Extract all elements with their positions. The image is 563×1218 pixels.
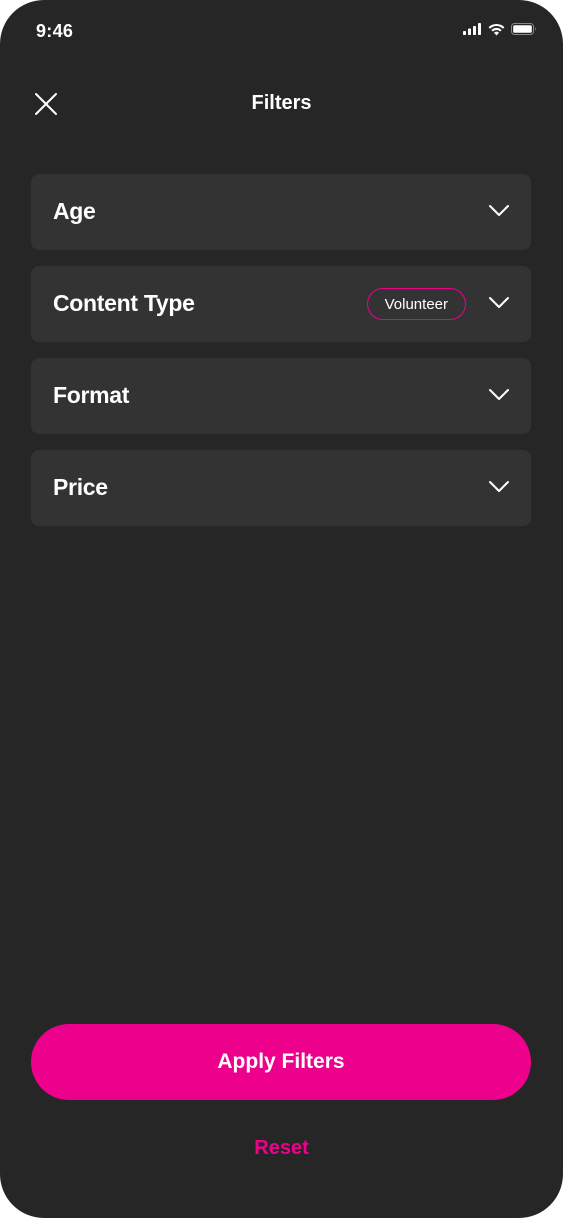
filter-row-content-type[interactable]: Content Type Volunteer — [31, 266, 531, 342]
header: Filters — [0, 78, 563, 130]
filter-label: Age — [53, 198, 96, 224]
status-time: 9:46 — [36, 21, 74, 41]
reset-link[interactable]: Reset — [0, 1137, 563, 1160]
filters-screen: 9:46 Filters Age Content Type Volunteer … — [0, 0, 563, 1218]
page-title: Filters — [251, 92, 312, 114]
chevron-down-icon — [489, 389, 509, 400]
filter-list: Age Content Type Volunteer Format Price — [31, 174, 531, 542]
chevron-down-icon — [489, 481, 509, 492]
filter-label: Content Type — [53, 290, 195, 316]
selected-filter-chip[interactable]: Volunteer — [366, 288, 466, 320]
chevron-down-icon — [489, 205, 509, 216]
filter-row-price[interactable]: Price — [31, 450, 531, 526]
filter-row-format[interactable]: Format — [31, 358, 531, 434]
apply-filters-button[interactable]: Apply Filters — [31, 1024, 531, 1100]
filter-label: Format — [53, 382, 130, 408]
filter-label: Price — [53, 474, 108, 500]
status-bar: 9:46 — [0, 0, 563, 64]
battery-icon — [511, 23, 537, 35]
filter-row-age[interactable]: Age — [31, 174, 531, 250]
status-icons — [463, 22, 537, 36]
chevron-down-icon — [489, 297, 509, 308]
cellular-signal-icon — [463, 23, 482, 35]
wifi-icon — [488, 23, 505, 36]
